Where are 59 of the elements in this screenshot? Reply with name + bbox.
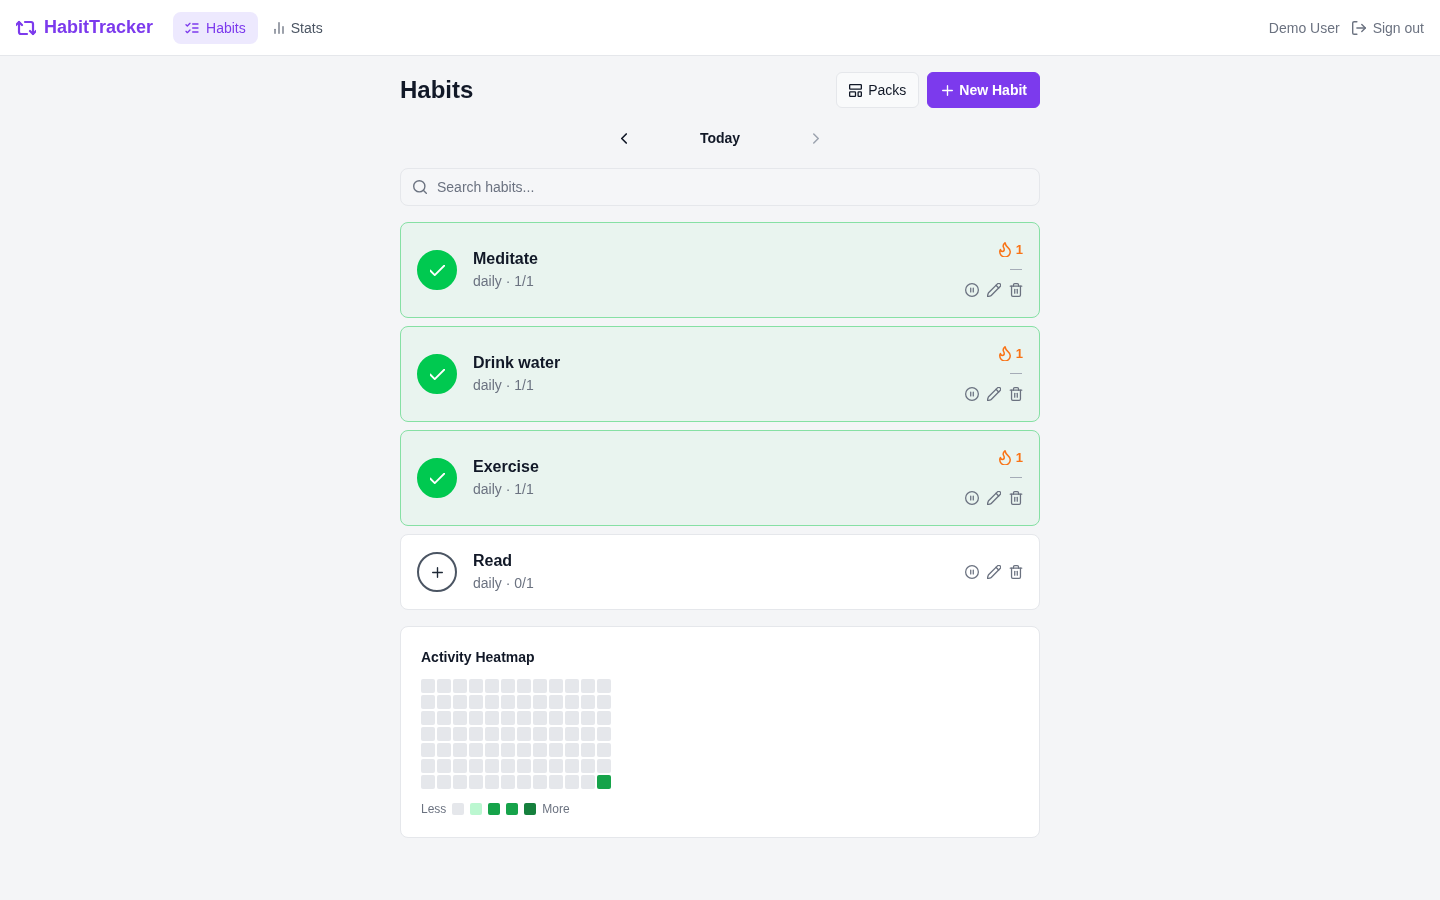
trash-icon[interactable]	[1009, 491, 1023, 505]
habit-schedule: daily · 1/1	[473, 376, 534, 395]
flame-icon	[998, 449, 1011, 465]
chevron-right-icon	[813, 132, 819, 144]
repeat-icon[interactable]	[16, 19, 36, 36]
habit-name: Read	[473, 551, 513, 571]
habit-schedule: daily · 1/1	[473, 480, 534, 499]
streak-count: 1	[1015, 449, 1023, 465]
pencil-icon[interactable]	[987, 565, 1001, 579]
pause-icon[interactable]	[965, 491, 979, 505]
pause-icon[interactable]	[965, 387, 979, 401]
streak-note: —	[1010, 365, 1023, 381]
search-icon	[413, 180, 427, 194]
app-name[interactable]: HabitTracker	[44, 17, 154, 38]
complete-toggle[interactable]	[417, 552, 457, 592]
nav-tab[interactable]: Habits	[173, 11, 258, 44]
habit-name: Drink water	[473, 353, 561, 373]
nav-tab[interactable]: Stats	[261, 11, 335, 44]
pencil-icon[interactable]	[987, 491, 1001, 505]
heatmap-title: Activity Heatmap	[421, 648, 535, 667]
plus-icon	[431, 566, 443, 578]
flame-icon	[998, 345, 1011, 361]
streak-count: 1	[1015, 241, 1023, 257]
user-name: Demo User	[1268, 19, 1340, 36]
check-icon	[429, 264, 445, 276]
pause-icon[interactable]	[965, 283, 979, 297]
packs-button[interactable]: Packs	[836, 72, 920, 108]
sign-out-button[interactable]: Sign out	[1351, 19, 1424, 36]
plus-icon	[942, 84, 954, 96]
completed-toggle[interactable]	[417, 250, 457, 290]
pause-icon[interactable]	[965, 565, 979, 579]
pencil-icon[interactable]	[987, 283, 1001, 297]
habit-name: Exercise	[473, 457, 539, 477]
legend-less-label: Less	[421, 802, 447, 816]
streak-note: —	[1010, 261, 1023, 277]
trash-icon[interactable]	[1009, 387, 1023, 401]
habit-name: Meditate	[473, 249, 538, 269]
habit-schedule: daily · 0/1	[473, 574, 534, 593]
streak-note: —	[1010, 469, 1023, 485]
completed-toggle[interactable]	[417, 354, 457, 394]
sign-out-icon	[1351, 20, 1366, 35]
list-checks-icon	[185, 21, 200, 34]
pencil-icon[interactable]	[987, 387, 1001, 401]
date-label: Today	[698, 130, 742, 146]
check-icon	[429, 472, 445, 484]
page-title: Habits	[400, 76, 474, 104]
habit-schedule: daily · 1/1	[473, 272, 534, 291]
chevron-left-icon	[621, 132, 627, 144]
legend-more-label: More	[542, 802, 570, 816]
new-habit-button[interactable]: New Habit	[927, 72, 1040, 108]
bar-chart-icon	[273, 21, 284, 34]
trash-icon[interactable]	[1009, 283, 1023, 297]
search-field[interactable]: Search habits...	[400, 168, 1040, 206]
streak-count: 1	[1015, 345, 1023, 361]
trash-icon[interactable]	[1009, 565, 1023, 579]
completed-toggle[interactable]	[417, 458, 457, 498]
check-icon	[429, 368, 445, 380]
flame-icon	[998, 241, 1011, 257]
layout-icon	[849, 83, 863, 97]
